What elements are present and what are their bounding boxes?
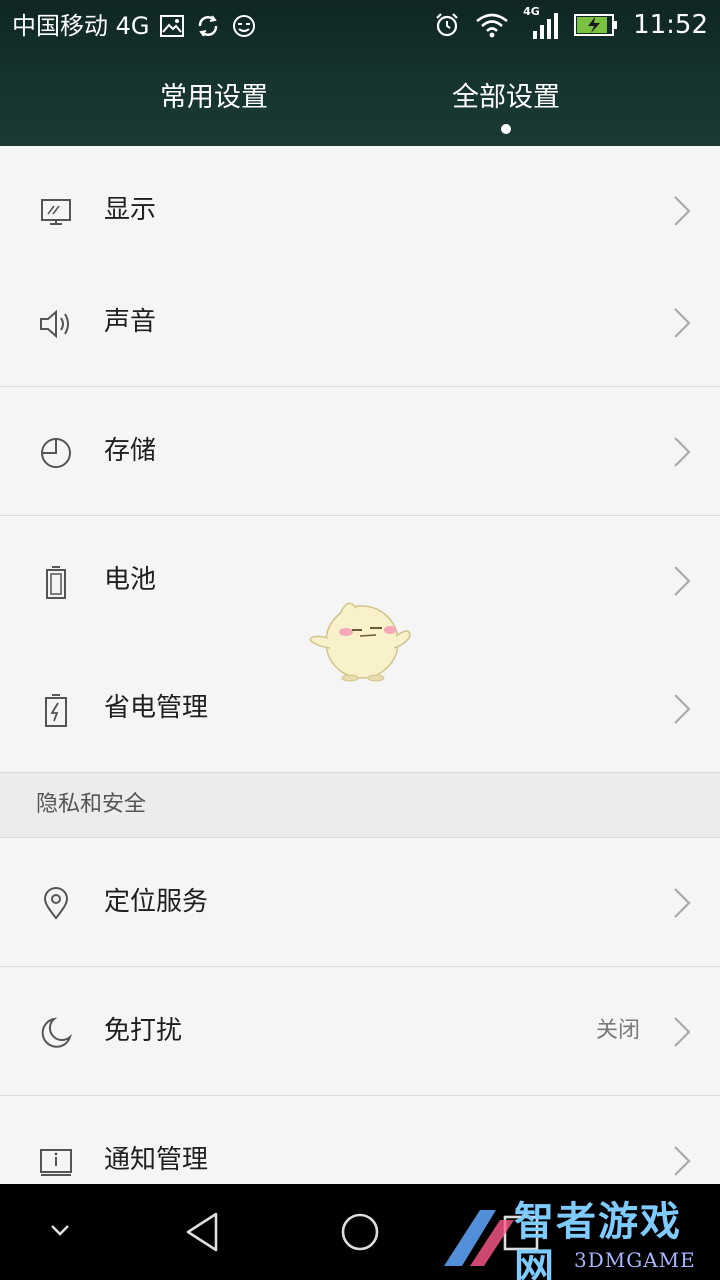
chevron-right-icon <box>674 566 691 596</box>
settings-item-value: 关闭 <box>595 1018 640 1043</box>
alarm-icon <box>436 13 458 37</box>
settings-item-notification[interactable]: 通知管理 <box>0 1096 720 1184</box>
settings-item-sound[interactable]: 声音 <box>0 258 720 387</box>
settings-item-label: 免打扰 <box>104 1016 183 1046</box>
settings-item-label: 省电管理 <box>104 693 209 723</box>
back-icon[interactable] <box>182 1210 222 1254</box>
image-icon <box>159 15 184 37</box>
mascot-sticker <box>309 602 411 682</box>
face-icon <box>232 15 255 37</box>
header: 中国移动 4G 4G 11:52 常用设置 全部设置 <box>0 0 720 146</box>
down-icon[interactable] <box>46 1220 74 1240</box>
chevron-right-icon <box>674 308 691 338</box>
location-icon <box>43 887 69 920</box>
power-saving-icon <box>45 694 67 727</box>
battery-icon <box>46 566 66 599</box>
display-icon <box>41 199 71 225</box>
active-tab-indicator <box>501 124 511 134</box>
wifi-icon <box>476 13 508 38</box>
chevron-right-icon <box>674 196 691 226</box>
clock: 11:52 <box>633 10 708 40</box>
settings-item-display[interactable]: 显示 <box>0 146 720 275</box>
section-header-privacy: 隐私和安全 <box>0 773 720 838</box>
settings-item-label: 通知管理 <box>104 1145 209 1175</box>
settings-item-label: 存储 <box>104 436 157 466</box>
settings-item-label: 定位服务 <box>104 887 209 917</box>
settings-item-location[interactable]: 定位服务 <box>0 838 720 967</box>
chevron-right-icon <box>674 694 691 724</box>
watermark-subtext: 3DMGAME <box>574 1248 696 1272</box>
settings-item-label: 显示 <box>104 195 157 225</box>
settings-item-do-not-disturb[interactable]: 免打扰 关闭 <box>0 967 720 1096</box>
tab-all-settings[interactable]: 全部设置 <box>452 80 560 116</box>
chevron-right-icon <box>674 888 691 918</box>
battery-charging-icon <box>574 14 618 36</box>
signal-icon: 4G <box>523 5 559 41</box>
sync-icon <box>198 15 217 37</box>
tab-common-settings[interactable]: 常用设置 <box>160 80 268 116</box>
settings-item-label: 声音 <box>104 307 157 337</box>
tab-bar: 常用设置 全部设置 <box>0 72 720 142</box>
chevron-right-icon <box>674 1017 691 1047</box>
section-title: 隐私和安全 <box>36 792 147 817</box>
status-bar: 中国移动 4G 4G 11:52 <box>0 0 720 52</box>
home-icon[interactable] <box>340 1212 380 1252</box>
speaker-icon <box>40 309 69 339</box>
chevron-right-icon <box>674 1146 691 1176</box>
carrier-label: 中国移动 4G <box>12 12 150 40</box>
moon-icon <box>41 1017 73 1048</box>
settings-item-label: 电池 <box>104 565 157 595</box>
storage-pie-icon <box>41 438 71 468</box>
notification-icon <box>40 1149 72 1176</box>
settings-item-storage[interactable]: 存储 <box>0 387 720 516</box>
chevron-right-icon <box>674 437 691 467</box>
